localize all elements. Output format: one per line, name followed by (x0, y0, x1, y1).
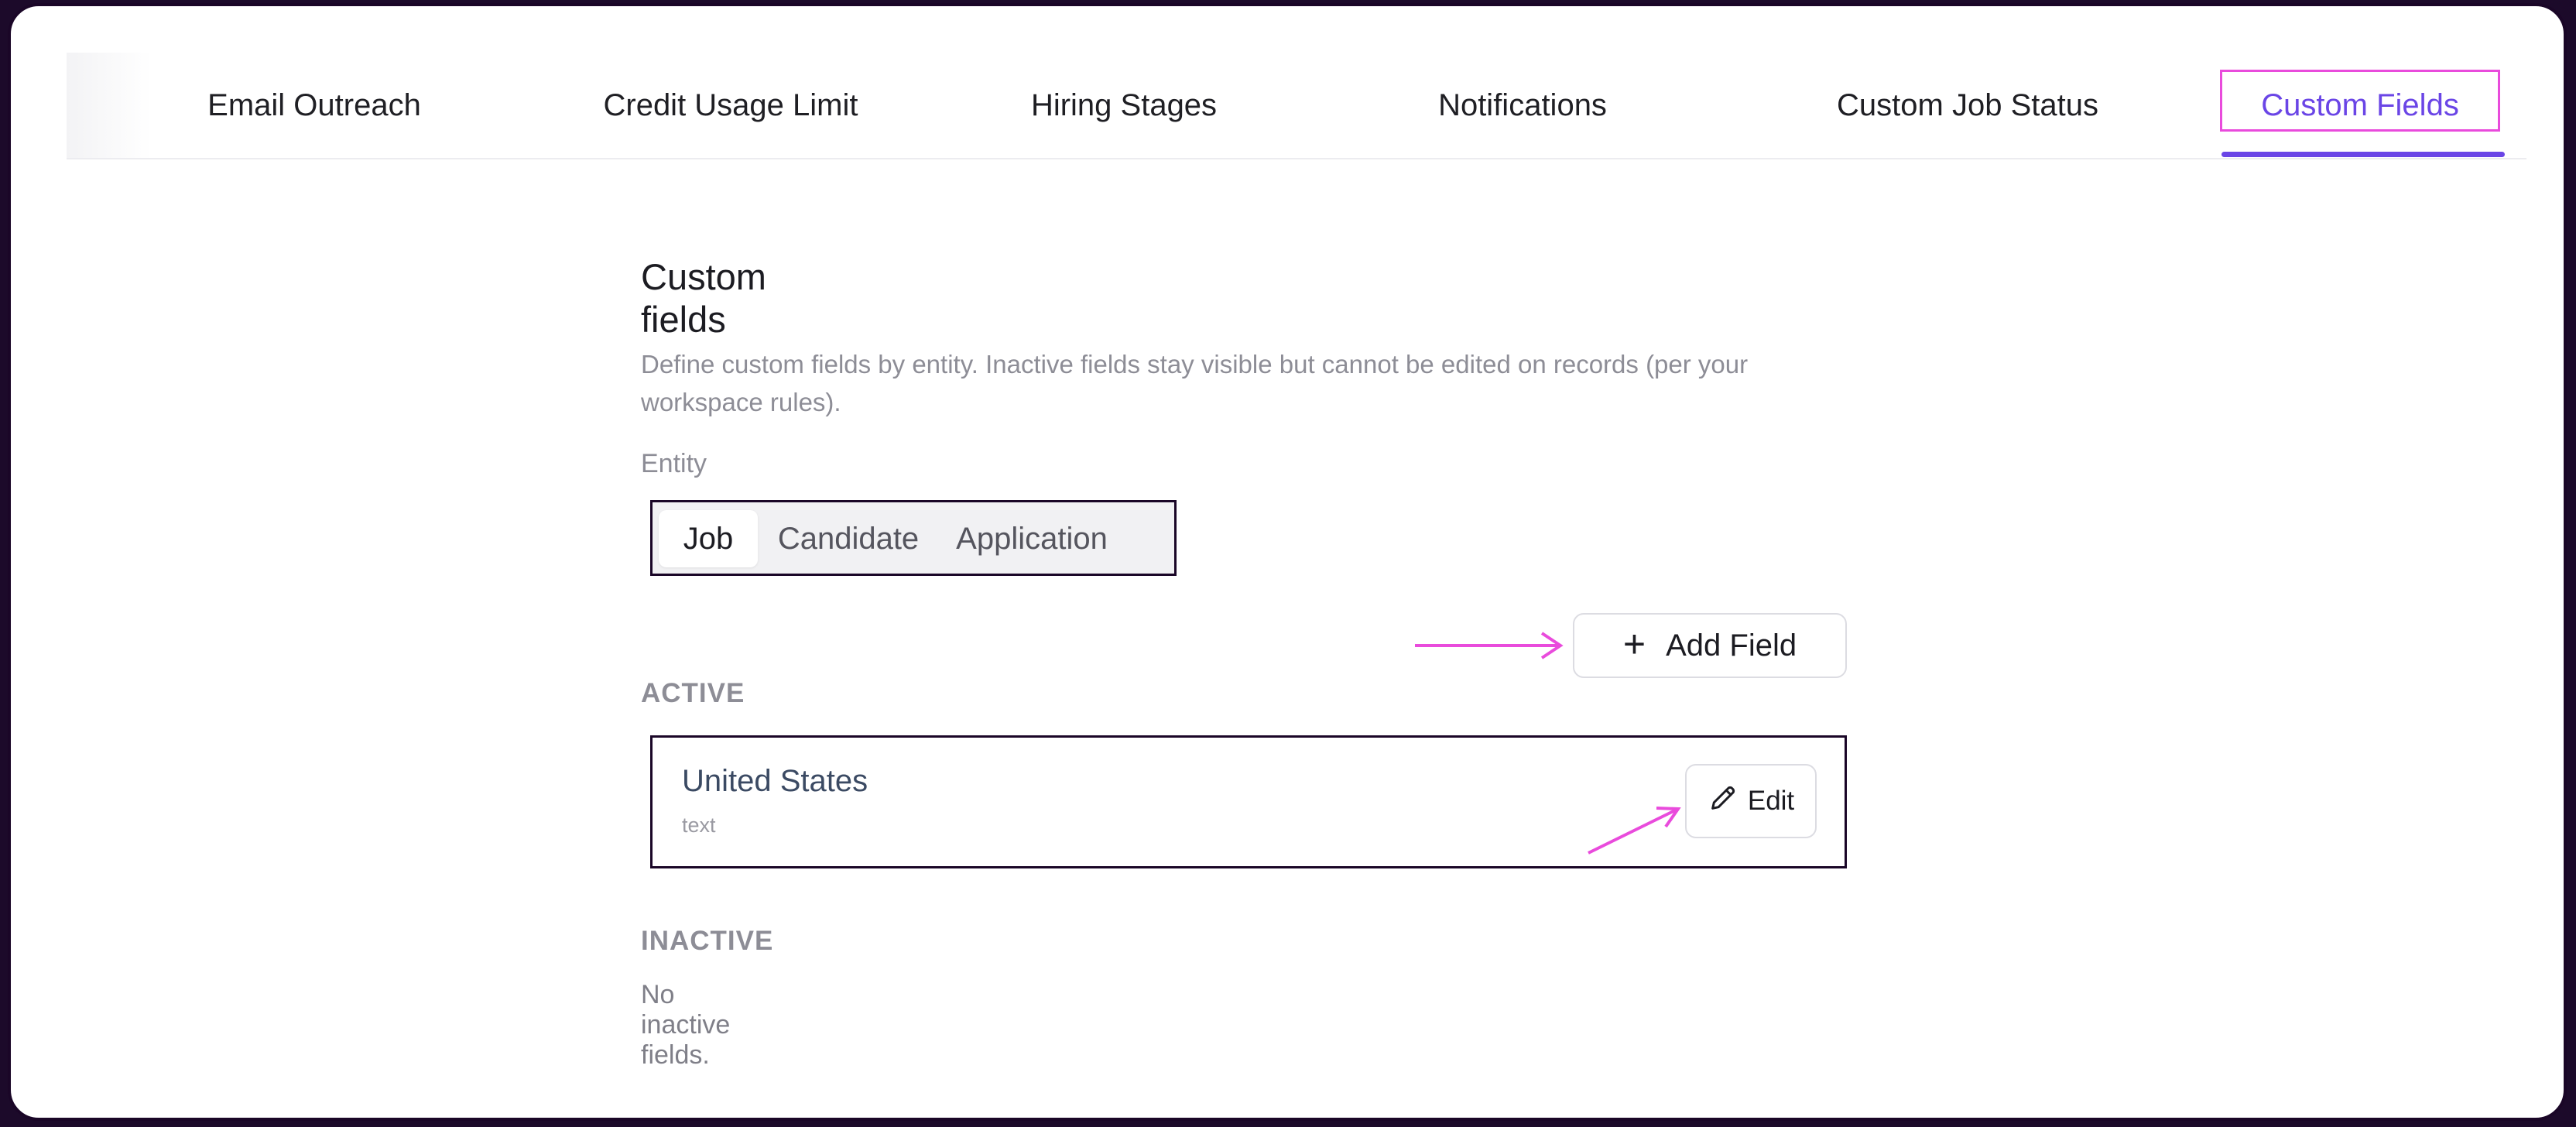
field-name: United States (682, 764, 868, 798)
add-field-button[interactable]: + Add Field (1573, 613, 1847, 678)
entity-label: Entity (641, 449, 707, 478)
entity-option-application[interactable]: Application (940, 510, 1123, 567)
tab-custom-job-status[interactable]: Custom Job Status (1821, 53, 2115, 158)
edit-annotation-arrow (1588, 807, 1681, 855)
settings-tab-bar: Email Outreach Credit Usage Limit Hiring… (67, 53, 2526, 159)
entity-segmented-control: Job Candidate Application (650, 500, 1177, 576)
edit-label: Edit (1747, 786, 1795, 816)
pencil-icon (1708, 783, 1738, 820)
active-section-label: ACTIVE (641, 678, 745, 708)
inactive-section-label: INACTIVE (641, 926, 774, 956)
add-field-annotation-arrow (1415, 632, 1564, 659)
tab-bar-fade (67, 53, 152, 158)
inactive-empty-message: No inactive fields. (641, 980, 731, 1070)
tab-hiring-stages[interactable]: Hiring Stages (1019, 53, 1229, 158)
section-description: Define custom fields by entity. Inactive… (641, 350, 1749, 416)
tab-annotation-box (2220, 70, 2500, 132)
add-field-label: Add Field (1666, 628, 1797, 663)
tab-notifications[interactable]: Notifications (1403, 53, 1643, 158)
active-tab-underline (2221, 152, 2505, 157)
edit-field-button[interactable]: Edit (1685, 764, 1817, 838)
field-type: text (682, 814, 716, 837)
tab-credit-usage-limit[interactable]: Credit Usage Limit (585, 53, 876, 158)
plus-icon: + (1622, 622, 1646, 666)
entity-option-candidate[interactable]: Candidate (775, 510, 922, 567)
entity-option-job[interactable]: Job (659, 510, 758, 567)
section-title: Custom fields (641, 256, 766, 340)
app-window: Email Outreach Credit Usage Limit Hiring… (8, 3, 2567, 1121)
tab-email-outreach[interactable]: Email Outreach (190, 53, 438, 158)
